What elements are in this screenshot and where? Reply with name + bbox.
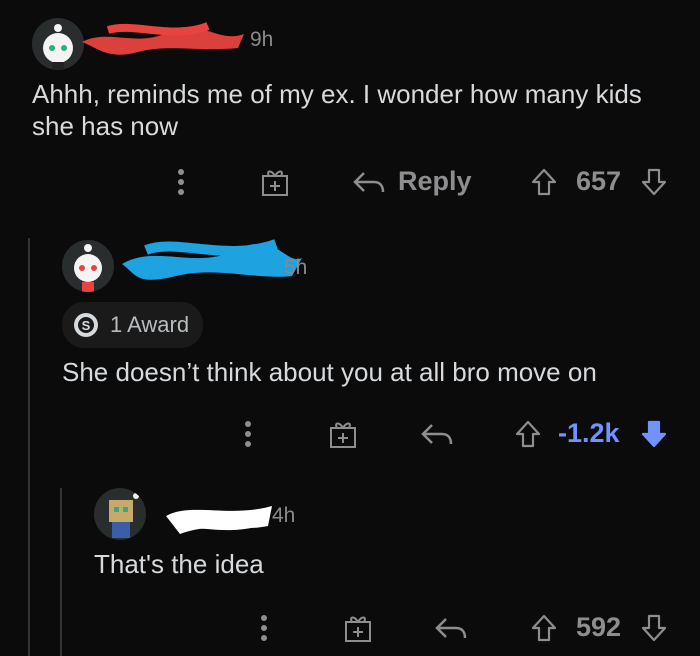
snoo-avatar-icon: [43, 24, 73, 70]
overflow-icon[interactable]: [176, 167, 186, 197]
award-icon: S: [74, 313, 98, 337]
comment-actions: Reply 657: [0, 160, 700, 200]
reply-arrow-icon[interactable]: [352, 170, 386, 196]
gift-icon[interactable]: [260, 167, 290, 197]
vote-score: 657: [576, 166, 622, 196]
gift-icon[interactable]: [328, 419, 358, 449]
upvote-arrow-icon[interactable]: [530, 613, 558, 643]
upvote-arrow-icon[interactable]: [514, 419, 542, 449]
downvote-arrow-icon[interactable]: [640, 167, 668, 197]
award-chip[interactable]: S 1 Award: [62, 302, 204, 348]
award-label: 1 Award: [110, 312, 190, 337]
user-avatar[interactable]: [32, 18, 84, 70]
comment-time: 9h: [250, 28, 274, 51]
reply-button[interactable]: Reply: [398, 166, 472, 197]
redacted-username: [122, 239, 302, 280]
comment-body: She doesn’t think about you at all bro m…: [62, 357, 597, 387]
user-avatar[interactable]: [94, 488, 146, 540]
reply-arrow-icon[interactable]: [434, 616, 468, 642]
overflow-icon[interactable]: [259, 613, 269, 643]
comment-time: 5h: [284, 256, 308, 279]
user-avatar[interactable]: [62, 240, 114, 292]
reply-arrow-icon[interactable]: [420, 422, 454, 448]
redacted-username: [166, 506, 272, 534]
vote-score: -1.2k: [558, 418, 620, 448]
comment-actions: -1.2k: [0, 412, 700, 452]
comment-body: That's the idea: [94, 549, 264, 579]
overflow-icon[interactable]: [243, 419, 253, 449]
downvote-arrow-icon[interactable]: [640, 613, 668, 643]
comment-actions: 592: [0, 606, 700, 646]
downvote-arrow-icon[interactable]: [640, 419, 668, 449]
comment-time: 4h: [272, 504, 296, 527]
snoo-avatar-icon: [109, 493, 139, 538]
snoo-avatar-icon: [74, 244, 102, 292]
gift-icon[interactable]: [343, 613, 373, 643]
redacted-username: [82, 22, 244, 55]
comment-body: Ahhh, reminds me of my ex. I wonder how …: [32, 79, 642, 141]
vote-score: 592: [576, 612, 622, 642]
svg-text:S: S: [82, 318, 91, 333]
upvote-arrow-icon[interactable]: [530, 167, 558, 197]
